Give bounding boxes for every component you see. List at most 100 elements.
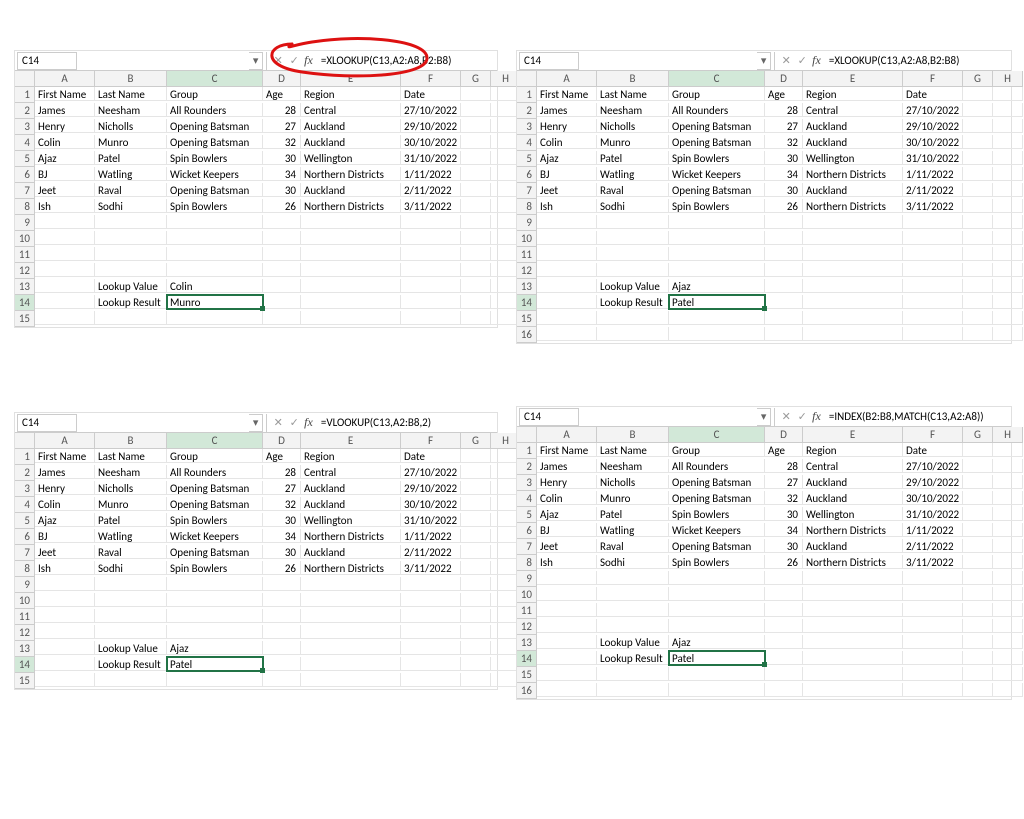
cell-H2[interactable] [993,103,1023,117]
cell-A5[interactable]: Ajaz [35,151,95,165]
cell-A15[interactable] [537,311,597,325]
cell-E14[interactable] [301,657,401,671]
cell-B12[interactable] [95,263,167,277]
cell-G2[interactable] [461,465,491,479]
row-header-13[interactable]: 13 [517,279,537,295]
cell-E4[interactable]: Auckland [803,491,903,505]
cell-C15[interactable] [167,311,263,325]
cell-C5[interactable]: Spin Bowlers [669,507,765,521]
cell-C14[interactable]: Patel [669,651,765,665]
column-header-C[interactable]: C [669,427,765,443]
cell-F4[interactable]: 30/10/2022 [401,497,461,511]
cell-A2[interactable]: James [35,103,95,117]
row-header-15[interactable]: 15 [517,667,537,683]
cell-D12[interactable] [765,263,803,277]
cell-A11[interactable] [537,603,597,617]
cell-E13[interactable] [803,635,903,649]
cell-E9[interactable] [803,215,903,229]
row-header-2[interactable]: 2 [15,103,35,119]
cell-F7[interactable]: 2/11/2022 [903,539,963,553]
column-header-E[interactable]: E [803,71,903,87]
cell-H3[interactable] [993,119,1023,133]
cell-F11[interactable] [903,603,963,617]
cell-C14[interactable]: Munro [167,295,263,309]
row-header-2[interactable]: 2 [517,103,537,119]
cell-D7[interactable]: 30 [263,183,301,197]
cell-G6[interactable] [963,523,993,537]
cell-G3[interactable] [461,119,491,133]
row-header-16[interactable]: 16 [517,327,537,343]
cell-G7[interactable] [461,545,491,559]
cell-E15[interactable] [803,667,903,681]
cell-E7[interactable]: Auckland [803,539,903,553]
cell-B9[interactable] [597,215,669,229]
cell-G5[interactable] [963,507,993,521]
cell-F7[interactable]: 2/11/2022 [401,183,461,197]
row-header-12[interactable]: 12 [517,263,537,279]
select-all-corner[interactable] [15,433,35,449]
row-header-1[interactable]: 1 [15,87,35,103]
cell-A8[interactable]: Ish [35,199,95,213]
cell-E10[interactable] [803,587,903,601]
cell-E13[interactable] [301,641,401,655]
cell-A15[interactable] [537,667,597,681]
cell-B11[interactable] [597,603,669,617]
cell-E6[interactable]: Northern Districts [803,523,903,537]
cell-B13[interactable]: Lookup Value [597,635,669,649]
cell-G16[interactable] [963,683,993,697]
row-header-9[interactable]: 9 [517,215,537,231]
cell-B2[interactable]: Neesham [597,103,669,117]
name-box-dropdown[interactable]: ▾ [757,52,771,70]
cell-E14[interactable] [803,295,903,309]
cell-E1[interactable]: Region [301,87,401,101]
spreadsheet-grid[interactable]: ABCDEFGH1First NameLast NameGroupAgeRegi… [517,71,1011,343]
cell-G2[interactable] [963,459,993,473]
column-header-D[interactable]: D [765,71,803,87]
cell-E4[interactable]: Auckland [301,497,401,511]
cell-B10[interactable] [95,593,167,607]
row-header-3[interactable]: 3 [15,119,35,135]
cell-A1[interactable]: First Name [35,87,95,101]
cell-F11[interactable] [903,247,963,261]
cell-H10[interactable] [993,587,1023,601]
cell-F2[interactable]: 27/10/2022 [903,459,963,473]
row-header-9[interactable]: 9 [15,215,35,231]
cell-A15[interactable] [35,311,95,325]
cell-D10[interactable] [263,593,301,607]
cell-G14[interactable] [963,651,993,665]
cell-G15[interactable] [963,311,993,325]
row-header-13[interactable]: 13 [517,635,537,651]
cell-D2[interactable]: 28 [263,103,301,117]
cell-D13[interactable] [765,635,803,649]
cell-G3[interactable] [963,475,993,489]
name-box-dropdown[interactable]: ▾ [249,52,263,70]
cell-G12[interactable] [963,263,993,277]
cell-C9[interactable] [669,215,765,229]
cell-D14[interactable] [263,295,301,309]
fx-icon[interactable]: fx [304,53,313,68]
cell-C8[interactable]: Spin Bowlers [669,199,765,213]
cell-C1[interactable]: Group [669,87,765,101]
cell-F3[interactable]: 29/10/2022 [401,481,461,495]
row-header-7[interactable]: 7 [517,539,537,555]
column-header-B[interactable]: B [597,71,669,87]
cell-G9[interactable] [461,215,491,229]
cell-F6[interactable]: 1/11/2022 [401,529,461,543]
cell-B3[interactable]: Nicholls [95,119,167,133]
cell-G7[interactable] [461,183,491,197]
cell-D6[interactable]: 34 [263,529,301,543]
cell-H8[interactable] [993,199,1023,213]
cell-F13[interactable] [401,279,461,293]
row-header-5[interactable]: 5 [15,151,35,167]
cell-C5[interactable]: Spin Bowlers [669,151,765,165]
fx-icon[interactable]: fx [812,409,821,424]
cell-E7[interactable]: Auckland [301,183,401,197]
cell-E10[interactable] [301,593,401,607]
cell-A7[interactable]: Jeet [537,183,597,197]
cell-C8[interactable]: Spin Bowlers [167,199,263,213]
cell-C16[interactable] [669,327,765,341]
cell-D1[interactable]: Age [765,87,803,101]
fx-icon[interactable]: fx [304,415,313,430]
cell-A6[interactable]: BJ [537,167,597,181]
cell-E12[interactable] [301,625,401,639]
